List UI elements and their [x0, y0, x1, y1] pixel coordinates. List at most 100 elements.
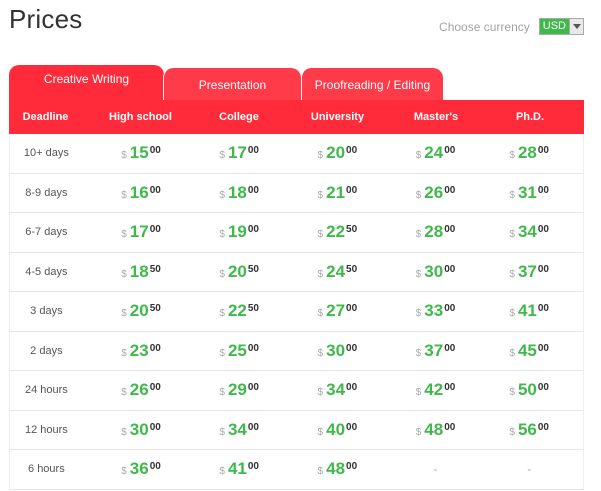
currency-symbol: $ [219, 229, 225, 241]
currency-symbol: $ [317, 268, 324, 280]
tab-presentation[interactable]: Presentation [163, 68, 301, 101]
currency-label: Choose currency [439, 19, 530, 34]
price-cents: 00 [149, 224, 161, 236]
price-integer: 30 [129, 419, 149, 439]
currency-symbol: $ [509, 347, 515, 359]
price-integer: 17 [227, 143, 247, 163]
currency-symbol: $ [415, 189, 422, 201]
table-row: 6 hours $3600 $4100 $4800- - [9, 450, 584, 490]
currency-symbol: $ [121, 189, 127, 201]
price-integer: 15 [129, 143, 149, 163]
price-cents: 00 [444, 342, 456, 354]
price-cell: $4100 [475, 301, 583, 321]
price-integer: 29 [227, 380, 247, 400]
unavailable-mark: - [433, 464, 438, 477]
price-cell: $2250 [279, 222, 396, 242]
currency-symbol: $ [121, 347, 127, 359]
currency-symbol: $ [509, 268, 515, 280]
price-cell: $2900 [199, 380, 279, 400]
price-cell: $4800 [279, 459, 396, 479]
currency-symbol: $ [121, 150, 127, 162]
price-cents: 00 [346, 342, 358, 354]
price-cell: $2800 [475, 143, 583, 163]
price-cents: 00 [444, 303, 456, 315]
currency-select[interactable]: USD [538, 18, 584, 35]
deadline-cell: 24 hours [24, 384, 68, 397]
price-cell: $2450 [279, 262, 396, 282]
price-cents: 00 [247, 382, 259, 394]
column-header-university: University [310, 111, 365, 123]
price-cell: - [396, 460, 476, 478]
currency-symbol: $ [317, 229, 324, 241]
price-cell: $2050 [199, 262, 279, 282]
price-cents: 00 [537, 421, 549, 433]
price-integer: 50 [517, 380, 537, 400]
price-cell: $1700 [199, 143, 279, 163]
price-cents: 00 [149, 461, 161, 473]
price-cents: 00 [444, 184, 456, 196]
deadline-cell: 8-9 days [25, 186, 68, 199]
currency-symbol: $ [219, 308, 225, 320]
table-row: 4-5 days $1850 $2050 $2450 $3000 $3700 [9, 252, 584, 292]
page-title: Prices [9, 4, 83, 34]
price-cents: 00 [247, 421, 259, 433]
currency-symbol: $ [317, 150, 324, 162]
tab-creative-writing[interactable]: Creative Writing [9, 65, 164, 101]
currency-symbol: $ [509, 229, 515, 241]
currency-value: USD [539, 19, 569, 34]
price-cents: 00 [346, 145, 358, 157]
price-integer: 25 [227, 340, 247, 360]
currency-symbol: $ [219, 268, 225, 280]
price-cell: $4200 [396, 380, 476, 400]
column-header-masters: Master's [413, 111, 459, 123]
price-cell: $3600 [83, 459, 200, 479]
currency-symbol: $ [219, 426, 225, 438]
unavailable-mark: - [527, 464, 532, 477]
price-integer: 30 [326, 340, 346, 360]
price-integer: 41 [227, 459, 247, 479]
price-cents: 00 [444, 224, 456, 236]
price-cents: 00 [149, 342, 161, 354]
price-cents: 00 [346, 461, 358, 473]
price-cell: $2400 [396, 143, 476, 163]
price-cents: 00 [444, 421, 456, 433]
price-cell: $4800 [396, 420, 476, 440]
price-cents: 50 [149, 263, 161, 275]
price-integer: 23 [129, 340, 149, 360]
price-integer: 48 [424, 419, 444, 439]
price-cell: $2100 [279, 183, 396, 203]
price-cents: 50 [346, 263, 358, 275]
deadline-cell: 10+ days [23, 147, 69, 160]
price-integer: 20 [326, 143, 346, 163]
price-integer: 22 [326, 222, 346, 242]
price-cell: $2000 [279, 143, 396, 163]
currency-symbol: $ [415, 426, 422, 438]
price-cents: 00 [537, 303, 549, 315]
table-row: 8-9 days $1600 $1800 $2100 $2600 $3100 [9, 173, 584, 213]
price-cell: - [475, 460, 583, 478]
price-cents: 00 [247, 342, 259, 354]
currency-symbol: $ [415, 347, 422, 359]
price-cents: 00 [537, 184, 549, 196]
currency-picker: Choose currency USD [439, 18, 584, 35]
price-integer: 21 [326, 182, 346, 202]
currency-symbol: $ [509, 426, 515, 438]
tab-proofreading-editing[interactable]: Proofreading / Editing [301, 68, 443, 101]
chevron-down-icon[interactable] [569, 19, 583, 34]
currency-symbol: $ [509, 308, 515, 320]
table-row: 6-7 days $1700 $1900 $2250 $2800 $3400 [9, 213, 584, 253]
currency-symbol: $ [219, 150, 225, 162]
column-header-college: College [219, 111, 259, 123]
column-header-phd: Ph.D. [515, 111, 545, 123]
price-integer: 56 [517, 419, 537, 439]
price-integer: 26 [129, 380, 149, 400]
price-integer: 16 [129, 182, 149, 202]
price-cents: 00 [346, 421, 358, 433]
price-cents: 50 [346, 224, 358, 236]
currency-symbol: $ [415, 308, 422, 320]
price-cents: 00 [444, 382, 456, 394]
price-cell: $1900 [199, 222, 279, 242]
price-integer: 24 [326, 261, 346, 281]
price-integer: 48 [326, 459, 346, 479]
price-cents: 00 [537, 263, 549, 275]
